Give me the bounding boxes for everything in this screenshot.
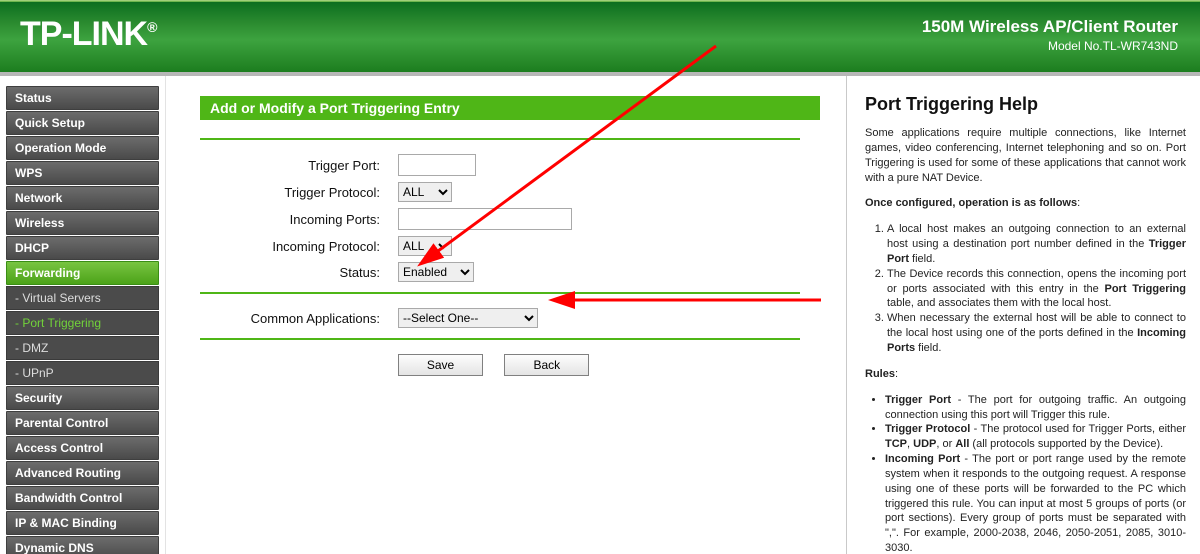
nav-network[interactable]: Network: [6, 186, 159, 210]
label-status: Status:: [200, 265, 398, 280]
label-trigger-port: Trigger Port:: [200, 158, 398, 173]
help-panel: Port Triggering Help Some applications r…: [846, 76, 1200, 554]
top-banner: TP-LINK® 150M Wireless AP/Client Router …: [0, 0, 1200, 76]
nav-ip-mac-binding[interactable]: IP & MAC Binding: [6, 511, 159, 535]
help-steps: A local host makes an outgoing connectio…: [865, 222, 1186, 356]
help-rules-heading: Rules:: [865, 367, 1186, 382]
rule-trigger-port: Trigger Port - The port for outgoing tra…: [885, 393, 1186, 423]
input-incoming-ports[interactable]: [398, 208, 572, 230]
section-heading: Add or Modify a Port Triggering Entry: [200, 96, 820, 120]
nav-forwarding[interactable]: Forwarding: [6, 261, 159, 285]
select-incoming-protocol[interactable]: ALL: [398, 236, 452, 256]
rule-trigger-protocol: Trigger Protocol - The protocol used for…: [885, 422, 1186, 452]
save-button[interactable]: Save: [398, 354, 483, 376]
product-title: 150M Wireless AP/Client Router: [922, 17, 1178, 37]
sidebar: Status Quick Setup Operation Mode WPS Ne…: [0, 76, 166, 554]
nav-bandwidth-control[interactable]: Bandwidth Control: [6, 486, 159, 510]
nav-sub-virtual-servers[interactable]: - Virtual Servers: [6, 286, 159, 310]
nav-sub-port-triggering[interactable]: - Port Triggering: [6, 311, 159, 335]
nav-wps[interactable]: WPS: [6, 161, 159, 185]
nav-quick-setup[interactable]: Quick Setup: [6, 111, 159, 135]
select-common-apps[interactable]: --Select One--: [398, 308, 538, 328]
back-button[interactable]: Back: [504, 354, 589, 376]
help-once: Once configured, operation is as follows…: [865, 196, 1186, 211]
banner-right: 150M Wireless AP/Client Router Model No.…: [922, 17, 1178, 53]
main-panel: Add or Modify a Port Triggering Entry Tr…: [166, 76, 846, 554]
help-step-1: A local host makes an outgoing connectio…: [887, 222, 1186, 267]
nav-parental-control[interactable]: Parental Control: [6, 411, 159, 435]
brand-text: TP-LINK: [20, 15, 147, 53]
nav-security[interactable]: Security: [6, 386, 159, 410]
nav-access-control[interactable]: Access Control: [6, 436, 159, 460]
nav-dynamic-dns[interactable]: Dynamic DNS: [6, 536, 159, 554]
label-incoming-ports: Incoming Ports:: [200, 212, 398, 227]
label-trigger-protocol: Trigger Protocol:: [200, 185, 398, 200]
help-title: Port Triggering Help: [865, 94, 1186, 115]
rule-incoming-port: Incoming Port - The port or port range u…: [885, 452, 1186, 554]
nav-sub-dmz[interactable]: - DMZ: [6, 336, 159, 360]
divider-bottom: [200, 338, 800, 340]
select-status[interactable]: Enabled: [398, 262, 474, 282]
label-incoming-protocol: Incoming Protocol:: [200, 239, 398, 254]
help-rules-list: Trigger Port - The port for outgoing tra…: [865, 393, 1186, 554]
divider-top: [200, 138, 800, 140]
help-intro: Some applications require multiple conne…: [865, 126, 1186, 185]
nav-dhcp[interactable]: DHCP: [6, 236, 159, 260]
nav-operation-mode[interactable]: Operation Mode: [6, 136, 159, 160]
nav-status[interactable]: Status: [6, 86, 159, 110]
divider-mid: [200, 292, 800, 294]
label-common-apps: Common Applications:: [200, 311, 398, 326]
input-trigger-port[interactable]: [398, 154, 476, 176]
help-step-2: The Device records this connection, open…: [887, 267, 1186, 312]
nav-wireless[interactable]: Wireless: [6, 211, 159, 235]
nav-sub-upnp[interactable]: - UPnP: [6, 361, 159, 385]
brand-logo: TP-LINK®: [20, 15, 156, 54]
select-trigger-protocol[interactable]: ALL: [398, 182, 452, 202]
nav-advanced-routing[interactable]: Advanced Routing: [6, 461, 159, 485]
help-step-3: When necessary the external host will be…: [887, 311, 1186, 356]
model-number: Model No.TL-WR743ND: [922, 39, 1178, 53]
